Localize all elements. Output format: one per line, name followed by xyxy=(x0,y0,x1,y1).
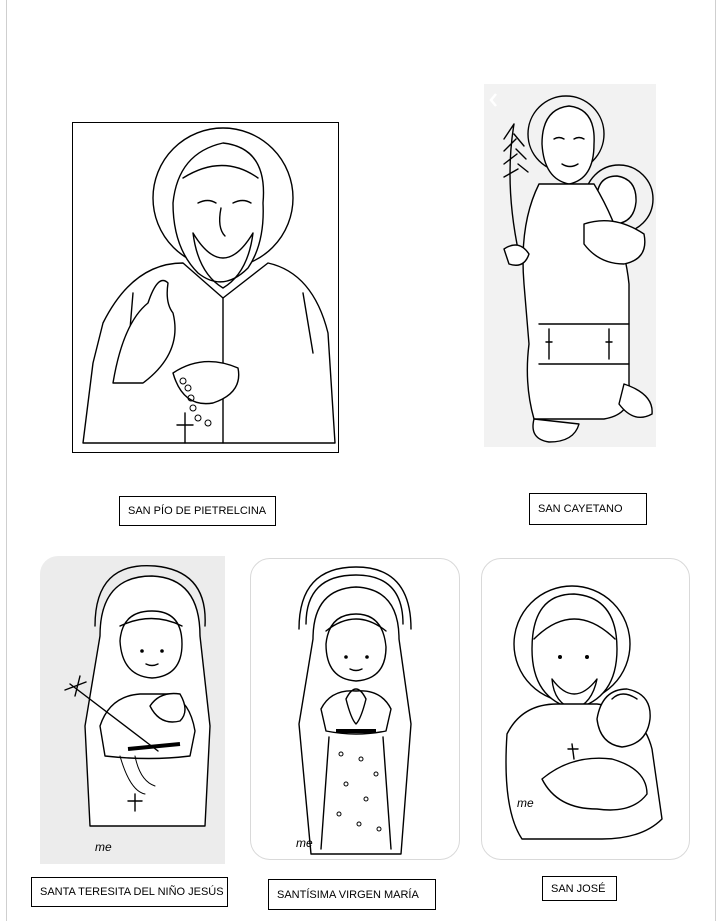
santa-teresita-drawing: me xyxy=(40,556,225,864)
san-jose-drawing: me xyxy=(481,558,690,860)
virgen-maria-drawing: me xyxy=(250,558,460,860)
san-cayetano-drawing xyxy=(484,84,656,447)
san-pio-drawing xyxy=(72,122,339,453)
label-san-pio: SAN PÍO DE PIETRELCINA xyxy=(119,496,276,526)
signature-jose: me xyxy=(517,796,534,810)
label-virgen-maria: SANTÍSIMA VIRGEN MARÍA xyxy=(268,879,436,910)
signature-virgen: me xyxy=(296,836,313,850)
label-san-jose: SAN JOSÉ xyxy=(542,876,617,901)
label-san-cayetano: SAN CAYETANO xyxy=(529,493,647,525)
signature-teresita: me xyxy=(95,840,112,854)
label-santa-teresita: SANTA TERESITA DEL NIÑO JESÚS xyxy=(31,877,228,907)
